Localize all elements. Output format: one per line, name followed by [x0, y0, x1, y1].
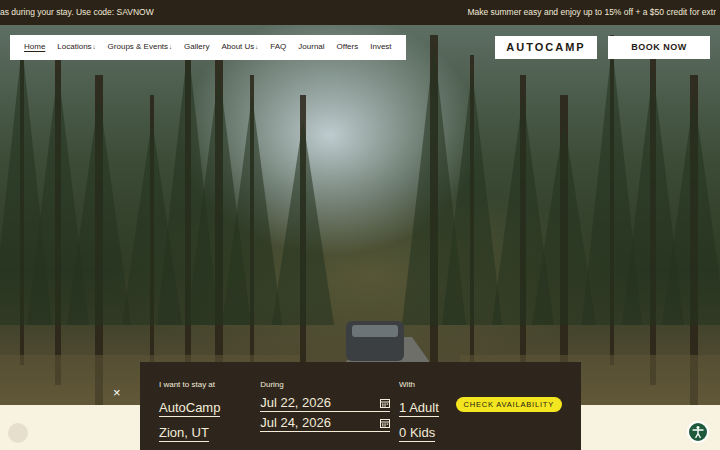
calendar-icon	[380, 418, 390, 428]
dates-field: During Jul 22, 2026 Jul 24, 2026	[260, 380, 399, 444]
announcement-text: as during your stay. Use code: SAVNOW	[0, 6, 154, 19]
caret-icon: ↓	[169, 44, 172, 50]
guests-field: With 1 Adult 0 Kids	[399, 380, 456, 444]
date-row: Jul 24, 2026	[260, 415, 399, 432]
close-button[interactable]: ×	[113, 386, 121, 399]
nav-label: About Us	[221, 42, 254, 51]
location-field: I want to stay at AutoCamp Zion, UT	[159, 380, 260, 444]
nav-item[interactable]: Gallery	[184, 40, 209, 54]
calendar-icon	[380, 398, 390, 408]
guest-row: 0 Kids	[399, 420, 456, 445]
hero-photo: HomeLocations↓Groups & Events↓GalleryAbo…	[0, 25, 720, 405]
nav-item[interactable]: About Us↓	[221, 40, 258, 54]
nav-label: Offers	[337, 42, 359, 51]
location-row: Zion, UT	[159, 420, 260, 445]
date-row: Jul 22, 2026	[260, 395, 399, 412]
guest-value[interactable]: 1 Adult	[399, 400, 439, 417]
date-input[interactable]: Jul 24, 2026	[260, 415, 390, 432]
nav-item[interactable]: Home	[24, 40, 45, 54]
nav-label: Journal	[298, 42, 324, 51]
accessibility-button[interactable]	[687, 421, 709, 443]
dates-label: During	[260, 380, 399, 390]
nav-item[interactable]: FAQ	[270, 40, 286, 54]
location-value[interactable]: Zion, UT	[159, 425, 209, 442]
location-label: I want to stay at	[159, 380, 260, 390]
nav-label: Invest	[370, 42, 391, 51]
nav-item[interactable]: Groups & Events↓	[108, 40, 172, 54]
announcement-text: Make summer easy and enjoy up to 15% off…	[467, 6, 716, 19]
announcement-bar: as during your stay. Use code: SAVNOW Mak…	[0, 0, 720, 25]
check-availability-button[interactable]: CHECK AVAILABILITY	[456, 397, 562, 412]
date-value: Jul 24, 2026	[260, 415, 331, 431]
nav-label: FAQ	[270, 42, 286, 51]
chat-icon[interactable]	[8, 423, 28, 443]
logo[interactable]: AUTOCAMP	[495, 36, 597, 59]
nav-item[interactable]: Locations↓	[57, 40, 95, 54]
date-value: Jul 22, 2026	[260, 395, 331, 411]
nav-label: Gallery	[184, 42, 209, 51]
book-now-button[interactable]: BOOK NOW	[608, 36, 710, 59]
caret-icon: ↓	[255, 44, 258, 50]
hero-image	[0, 25, 720, 405]
location-row: AutoCamp	[159, 395, 260, 420]
nav-label: Groups & Events	[108, 42, 168, 51]
guest-row: 1 Adult	[399, 395, 456, 420]
nav-item[interactable]: Offers	[337, 40, 359, 54]
booking-widget: I want to stay at AutoCamp Zion, UT During J…	[140, 362, 581, 450]
nav-label: Locations	[57, 42, 91, 51]
nav-item[interactable]: Invest	[370, 40, 391, 54]
nav-item[interactable]: Journal	[298, 40, 324, 54]
guest-value[interactable]: 0 Kids	[399, 425, 435, 442]
main-nav: HomeLocations↓Groups & Events↓GalleryAbo…	[10, 35, 406, 60]
date-input[interactable]: Jul 22, 2026	[260, 395, 390, 412]
location-value[interactable]: AutoCamp	[159, 400, 220, 417]
caret-icon: ↓	[93, 44, 96, 50]
nav-label: Home	[24, 42, 45, 51]
accessibility-icon	[691, 425, 705, 439]
guests-label: With	[399, 380, 456, 390]
